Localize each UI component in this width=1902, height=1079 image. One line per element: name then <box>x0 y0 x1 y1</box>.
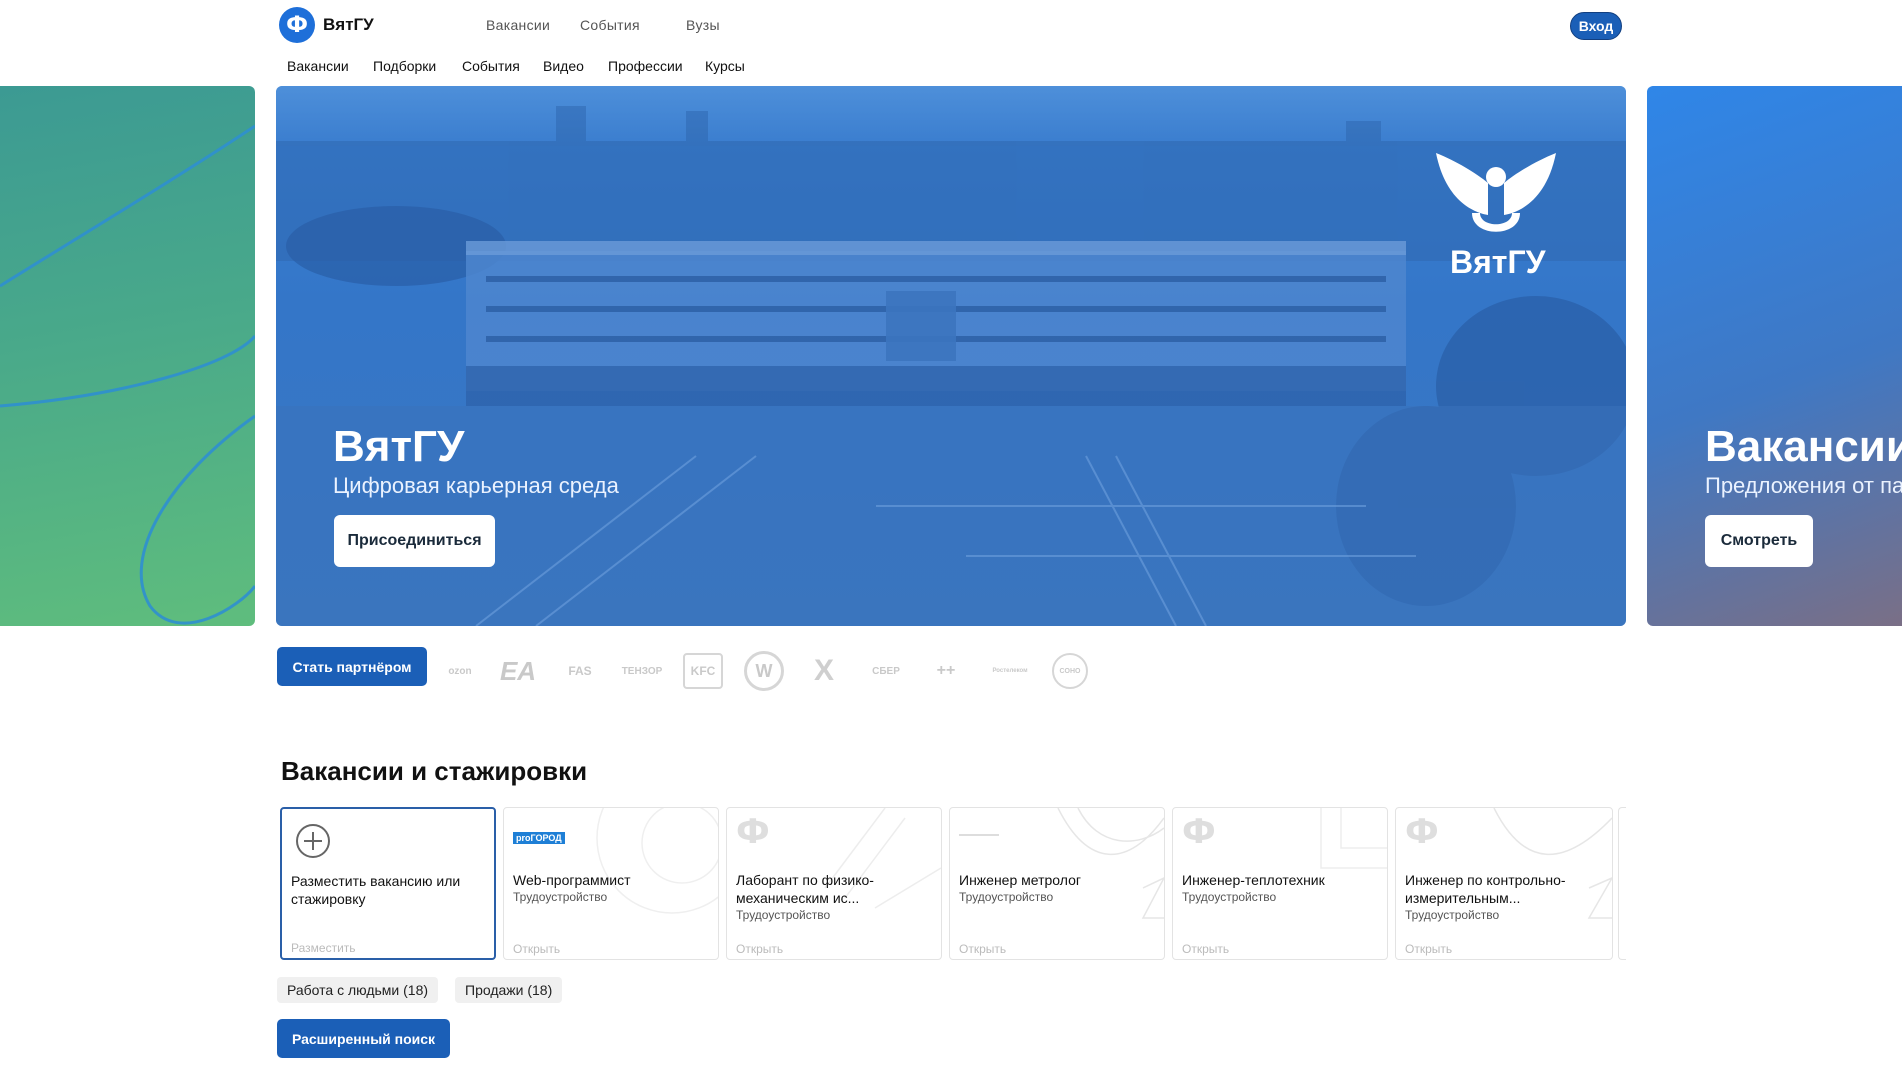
subnav-vacancies[interactable]: Вакансии <box>287 58 349 74</box>
partner-logo-sber[interactable]: СБЕР <box>862 653 910 689</box>
vacancy-card[interactable]: proГОРОД Web-программист Трудоустройство… <box>503 807 719 960</box>
subnav-collections[interactable]: Подборки <box>373 58 436 74</box>
login-button[interactable]: Вход <box>1570 12 1622 40</box>
partner-logo-w[interactable]: W <box>744 651 784 691</box>
company-logo: Ф <box>1182 812 1216 852</box>
partner-logo-ea[interactable]: EA <box>494 653 542 689</box>
header: Ф ВятГУ Вакансии События Вузы Вход Вакан… <box>0 0 1902 86</box>
vacancy-card[interactable]: Ф Инженер по контрольно-измерительным...… <box>1395 807 1613 960</box>
vacancy-type: Трудоустройство <box>513 890 608 904</box>
vacancy-card[interactable]: Инженер метролог Трудоустройство Открыть <box>949 807 1165 960</box>
company-logo: Ф <box>1405 812 1439 852</box>
wave-decoration <box>0 124 255 625</box>
vacancy-card[interactable]: Ф Инженер-теплотехник Трудоустройство От… <box>1172 807 1388 960</box>
vacancy-title: Лаборант по физико-механическим ис... <box>736 872 874 906</box>
plus-circle-icon <box>296 824 330 858</box>
partner-logo-kfc[interactable]: KFC <box>683 653 723 689</box>
site-logo[interactable]: Ф ВятГУ <box>279 7 374 43</box>
vacancy-card-peek <box>1618 807 1626 960</box>
vacancy-title: Web-программист <box>513 872 631 888</box>
vacancy-type: Трудоустройство <box>1405 908 1500 922</box>
topnav-universities[interactable]: Вузы <box>686 17 720 33</box>
partner-logo-coho[interactable]: COHO <box>1052 653 1088 689</box>
vacancy-type: Трудоустройство <box>1182 890 1277 904</box>
carousel-slide-main[interactable]: ВятГУ ВятГУ Цифровая карьерная среда При… <box>276 86 1626 626</box>
section-title: Вакансии и стажировки <box>281 756 588 786</box>
topnav-vacancies[interactable]: Вакансии <box>486 17 550 33</box>
vacancy-type: Трудоустройство <box>736 908 831 922</box>
next-slide-subtitle: Предложения от па <box>1705 473 1902 498</box>
emblem-text: ВятГУ <box>1450 244 1546 280</box>
become-partner-button[interactable]: Стать партнёром <box>277 647 427 686</box>
partner-logo-tenzor[interactable]: ТЕНЗОР <box>618 653 666 689</box>
add-vacancy-card[interactable]: Разместить вакансию или стажировку Разме… <box>280 807 496 960</box>
open-link[interactable]: Открыть <box>736 942 783 956</box>
logo-name: ВятГУ <box>323 15 374 34</box>
company-logo <box>959 834 999 836</box>
topnav-events[interactable]: События <box>580 17 640 33</box>
open-link[interactable]: Открыть <box>959 942 1006 956</box>
open-link[interactable]: Открыть <box>513 942 560 956</box>
view-button[interactable]: Смотреть <box>1705 515 1813 567</box>
vacancy-title: Инженер метролог <box>959 872 1081 888</box>
hero-subtitle: Цифровая карьерная среда <box>333 473 619 498</box>
subnav-video[interactable]: Видео <box>543 58 584 74</box>
join-button[interactable]: Присоединиться <box>334 515 495 567</box>
company-logo: Ф <box>736 812 770 852</box>
filter-chip-sales[interactable]: Продажи (18) <box>455 977 563 1003</box>
open-link[interactable]: Открыть <box>1405 942 1452 956</box>
next-slide-title: Вакансии <box>1705 422 1902 471</box>
subnav-events[interactable]: События <box>462 58 520 74</box>
vacancy-title: Инженер по контрольно-измерительным... <box>1405 872 1566 906</box>
partner-logo-fas[interactable]: FAS <box>562 653 598 689</box>
vacancy-type: Трудоустройство <box>959 890 1054 904</box>
open-link[interactable]: Открыть <box>1182 942 1229 956</box>
subnav-courses[interactable]: Курсы <box>705 58 745 74</box>
vacancy-card[interactable]: Ф Лаборант по физико-механическим ис... … <box>726 807 942 960</box>
partner-logo-ozon[interactable]: ozon <box>440 653 480 689</box>
partner-logo-rostelecom[interactable]: Ростелеком <box>986 653 1034 689</box>
vacancy-title: Инженер-теплотехник <box>1182 872 1325 888</box>
company-logo: proГОРОД <box>513 832 565 844</box>
logo-icon: Ф <box>279 7 315 43</box>
partner-logo-x[interactable]: X <box>806 653 842 689</box>
advanced-search-button[interactable]: Расширенный поиск <box>277 1019 450 1058</box>
partner-logo-plusplus[interactable]: ++ <box>928 653 964 689</box>
subnav-professions[interactable]: Профессии <box>608 58 683 74</box>
filter-chip-people[interactable]: Работа с людьми (18) <box>277 977 439 1003</box>
carousel-slide-prev[interactable] <box>0 86 255 626</box>
add-card-action[interactable]: Разместить <box>291 941 356 955</box>
carousel-slide-next[interactable]: Вакансии Предложения от па Смотреть <box>1647 86 1902 626</box>
add-card-title: Разместить вакансию или стажировку <box>291 873 461 907</box>
hero-title: ВятГУ <box>333 422 465 471</box>
